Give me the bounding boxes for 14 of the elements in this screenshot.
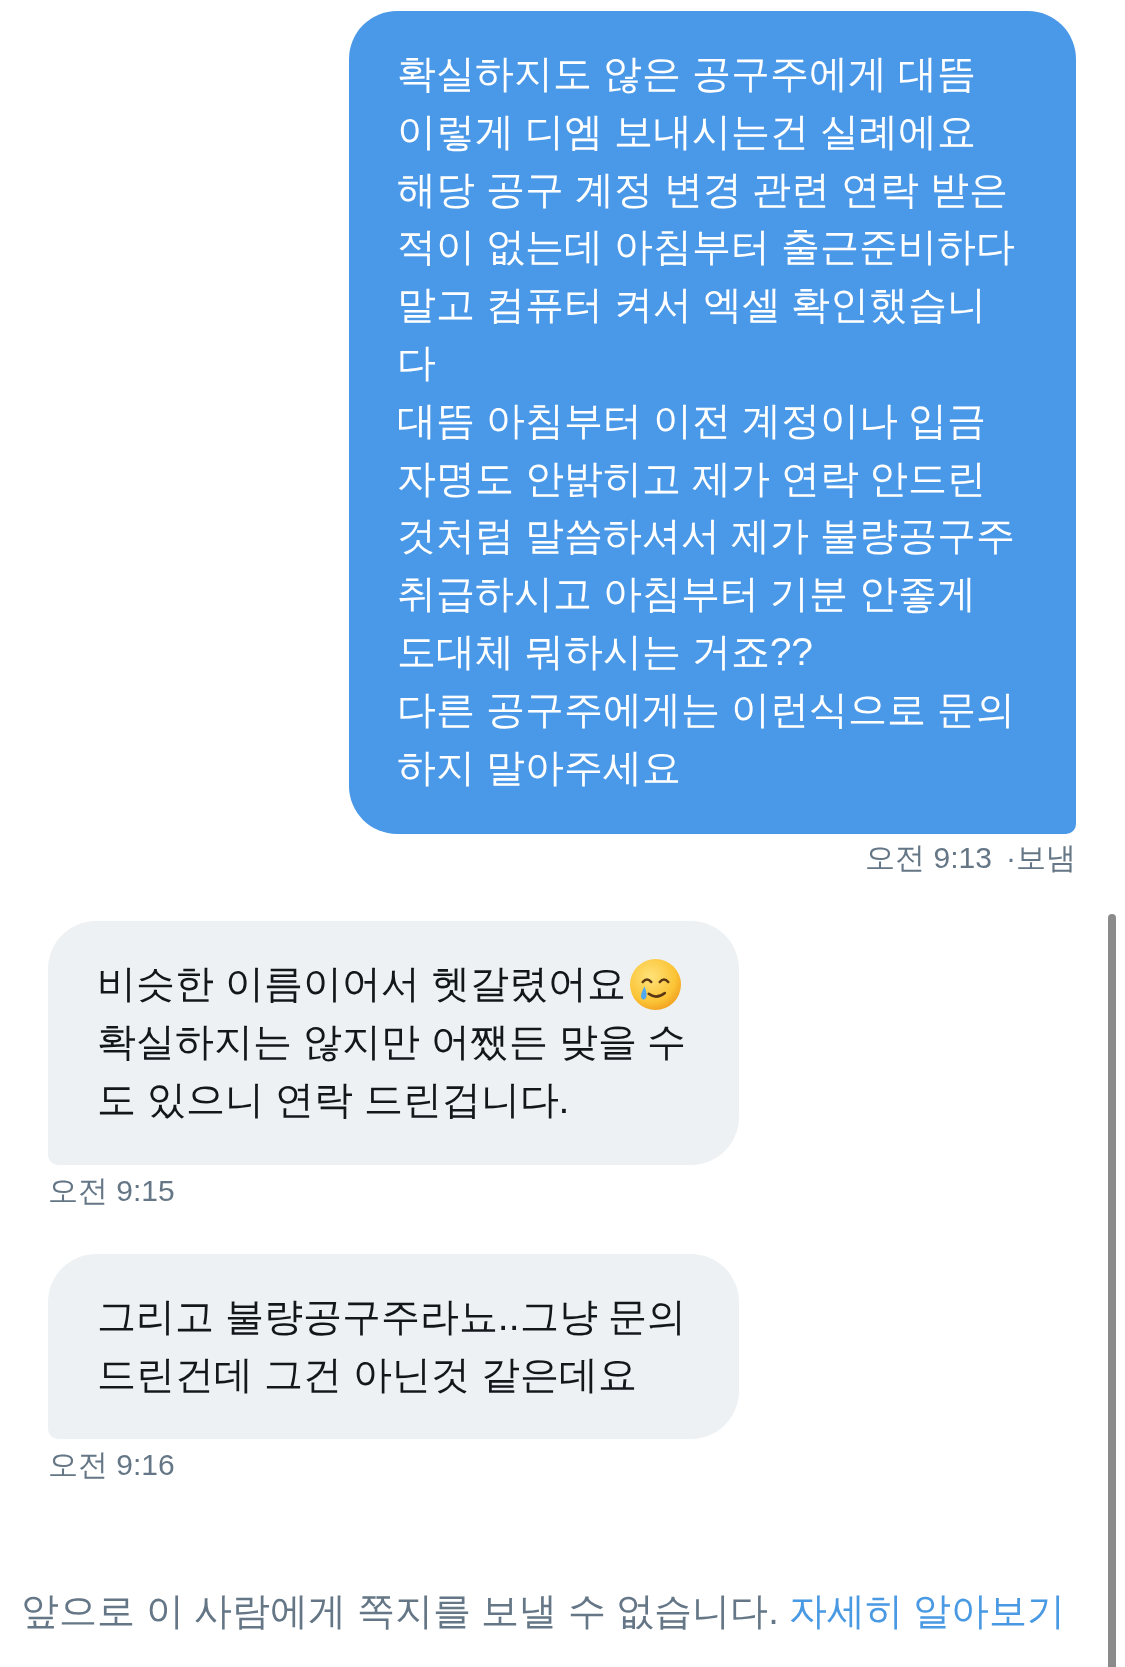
message-text: 비슷한 이름이어서 헷갈렸어요 (97, 961, 626, 1008)
message-timestamp: 오전 9:15 (48, 1172, 175, 1209)
message-text: 해당 공구 계정 변경 관련 연락 받은 적이 없는데 아침부터 출근준비하다 말고 컴퓨터 켜서 엑셀 확인했습니 다 (397, 166, 1015, 386)
message-timestamp: 오전 9:13 (865, 840, 992, 877)
message-text: 대뜸 아침부터 이전 계정이나 입금 자명도 안밝히고 제가 연락 안드린 것처럼 말씀하셔서 제가 불량공구주 취급하시고 아침부터 기분 안좋게 도대체 뭐하시는 거죠?? (397, 397, 1015, 675)
message-text: 확실하지는 않지만 어쨌든 맞을 수 도 있으니 연락 드린겁니다. (97, 1019, 687, 1123)
notice-text: 앞으로 이 사람에게 쪽지를 보낼 수 없습니다. (21, 1589, 779, 1634)
message-text: 다른 공구주에게는 이런식으로 문의 하지 말아주세요 (397, 686, 1015, 791)
message-status: ·보냄 (1006, 840, 1076, 877)
learn-more-link[interactable]: 자세히 알아보기 (788, 1586, 1066, 1636)
message-timestamp: 오전 9:16 (48, 1447, 175, 1484)
message-text: 확실하지도 않은 공구주에게 대뜸 이렇게 디엠 보내시는건 실례에요 (397, 51, 976, 155)
message-text: 그리고 불량공구주라뇨..그냥 문의 드린건데 그건 아닌것 같은데요 (97, 1293, 687, 1398)
scrollbar-thumb[interactable] (1108, 914, 1116, 1667)
